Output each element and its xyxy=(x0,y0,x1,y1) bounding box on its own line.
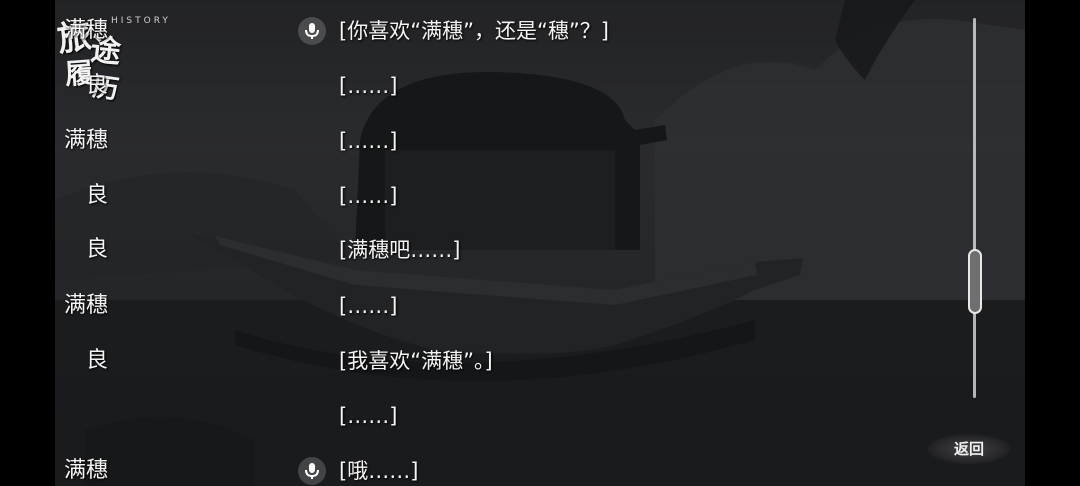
speaker-name: 良 xyxy=(85,73,108,98)
dialogue-row: 满穗 [哦……] xyxy=(0,451,900,486)
dialogue-text: [你喜欢“满穗”，还是“穗”？] xyxy=(339,19,609,43)
microphone-icon[interactable] xyxy=(298,457,326,485)
dialogue-text: [……] xyxy=(339,404,398,428)
speaker-name: 满穗 xyxy=(63,458,108,483)
speaker-name: 良 xyxy=(85,183,108,208)
dialogue-row: 满穗 [……] xyxy=(0,286,900,326)
dialogue-row: [……] xyxy=(0,396,900,436)
speaker-name: 满穗 xyxy=(63,18,108,43)
dialogue-text: [我喜欢“满穗”。] xyxy=(339,349,493,373)
scrollbar-track[interactable] xyxy=(973,18,976,398)
dialogue-text: [……] xyxy=(339,294,398,318)
dialogue-row: 良 [……] xyxy=(0,176,900,216)
speaker-name: 满穗 xyxy=(63,128,108,153)
dialogue-row: 良 [我喜欢“满穗”。] xyxy=(0,341,900,381)
dialogue-row: 良 [满穗吧……] xyxy=(0,230,900,270)
dialogue-text: [……] xyxy=(339,74,398,98)
speaker-name: 满穗 xyxy=(63,293,108,318)
back-button-label: 返回 xyxy=(953,440,984,458)
dialogue-row: 满穗 [……] xyxy=(0,121,900,161)
right-letterbox xyxy=(1025,0,1080,486)
back-button[interactable]: 返回 xyxy=(928,434,1010,464)
speaker-name: 良 xyxy=(85,237,108,262)
dialogue-text: [……] xyxy=(339,184,398,208)
speaker-name: 良 xyxy=(85,348,108,373)
dialogue-text: [哦……] xyxy=(339,459,419,483)
dialogue-text: [满穗吧……] xyxy=(339,238,461,262)
scrollbar-thumb[interactable] xyxy=(968,249,982,314)
microphone-icon[interactable] xyxy=(298,17,326,45)
dialogue-text: [……] xyxy=(339,129,398,153)
dialogue-row: 满穗 [你喜欢“满穗”，还是“穗”？] xyxy=(0,11,900,51)
dialogue-row: 良 [……] xyxy=(0,66,900,106)
